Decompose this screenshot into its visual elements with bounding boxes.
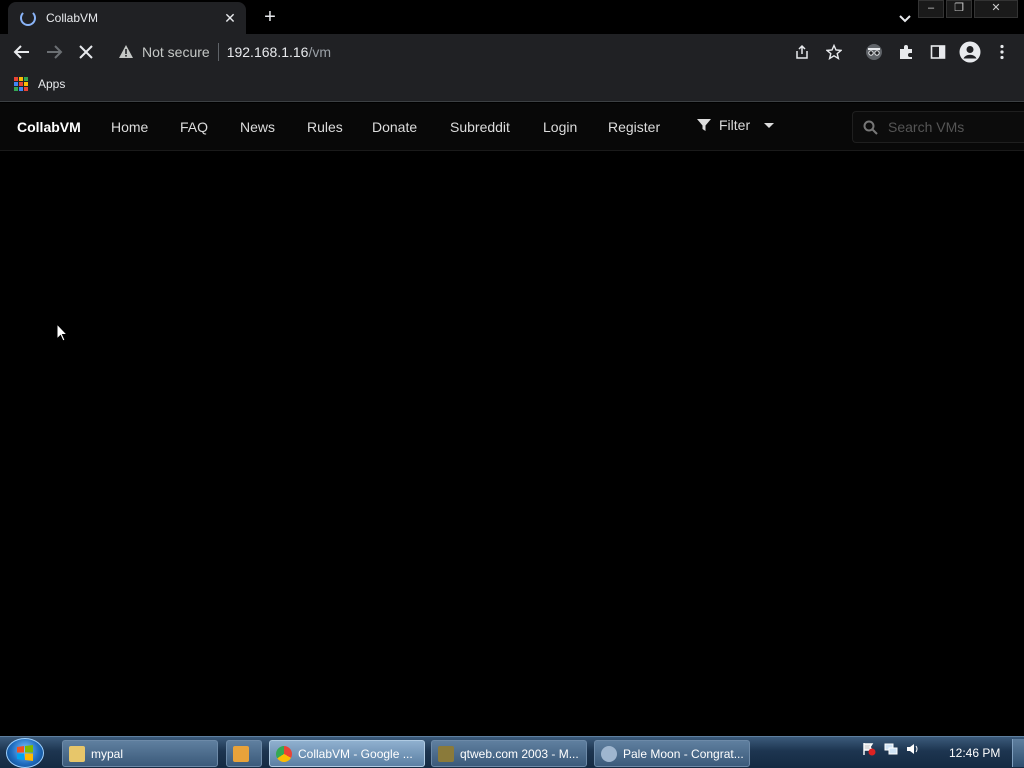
address-divider <box>217 43 219 61</box>
qtweb-icon <box>438 745 454 762</box>
back-arrow-icon <box>13 45 29 59</box>
filter-dropdown[interactable]: Filter <box>697 117 775 133</box>
star-icon <box>826 44 842 60</box>
browser-titlebar: CollabVM ✕ + – ❐ ✕ <box>0 0 1024 34</box>
filter-label: Filter <box>719 117 751 133</box>
start-button[interactable] <box>6 738 44 768</box>
chrome-icon <box>276 745 292 762</box>
system-tray <box>862 742 920 756</box>
browser-tab-collabvm[interactable]: CollabVM ✕ <box>8 2 246 34</box>
side-panel-icon <box>930 45 946 59</box>
nav-news-link[interactable]: News <box>240 119 275 135</box>
nav-subreddit-link[interactable]: Subreddit <box>450 119 510 135</box>
windows-logo-icon <box>17 745 33 761</box>
share-icon <box>796 44 808 59</box>
address-bar[interactable]: Not secure 192.168.1.16/vm <box>108 38 848 66</box>
minimize-button[interactable]: – <box>918 0 944 18</box>
nav-home-link[interactable]: Home <box>111 119 148 135</box>
bookmark-label: Apps <box>38 77 66 91</box>
browser-toolbar: Not secure 192.168.1.16/vm <box>0 34 1024 70</box>
taskbar-item-label: CollabVM - Google ... <box>298 746 413 761</box>
back-button[interactable] <box>10 40 34 64</box>
windows-taskbar: mypal CollabVM - Google ... qtweb.com 20… <box>0 736 1024 768</box>
window-controls: – ❐ ✕ <box>918 0 1018 18</box>
taskbar-item-label: mypal <box>91 746 124 761</box>
media-player-icon <box>233 745 249 762</box>
chrome-menu-button[interactable] <box>990 40 1014 64</box>
share-button[interactable] <box>790 40 814 64</box>
filter-funnel-icon <box>697 119 711 131</box>
incognito-extension-icon <box>866 44 882 60</box>
nav-rules-link[interactable]: Rules <box>307 119 343 135</box>
nav-donate-link[interactable]: Donate <box>372 119 417 135</box>
mouse-pointer-icon <box>56 323 68 342</box>
url-host: 192.168.1.16 <box>226 44 309 60</box>
show-desktop-button[interactable] <box>1012 739 1024 767</box>
profile-avatar-icon <box>959 41 981 63</box>
search-vms-box[interactable] <box>852 111 1024 143</box>
tab-title: CollabVM <box>46 11 99 25</box>
profile-button[interactable] <box>958 40 982 64</box>
url-path: /vm <box>308 44 332 60</box>
network-icon[interactable] <box>884 742 898 756</box>
taskbar-item-mypal[interactable]: mypal <box>62 740 218 767</box>
caret-down-icon <box>764 122 775 128</box>
forward-arrow-icon <box>47 45 63 59</box>
taskbar-item-media-player[interactable] <box>226 740 262 767</box>
bookmark-apps[interactable]: Apps <box>14 77 65 91</box>
extension-spy-button[interactable] <box>862 40 886 64</box>
side-panel-button[interactable] <box>926 40 950 64</box>
site-navbar: CollabVM Home FAQ News Rules Donate Subr… <box>0 103 1024 151</box>
action-center-flag-icon[interactable] <box>862 742 876 756</box>
search-icon <box>863 120 878 135</box>
kebab-menu-icon <box>1000 44 1004 60</box>
forward-button[interactable] <box>42 40 66 64</box>
extensions-button[interactable] <box>894 40 918 64</box>
tab-close-icon[interactable]: ✕ <box>222 10 238 26</box>
palemoon-icon <box>601 745 617 762</box>
nav-faq-link[interactable]: FAQ <box>180 119 208 135</box>
folder-icon <box>69 745 85 762</box>
taskbar-item-label: qtweb.com 2003 - M... <box>460 746 579 761</box>
volume-speaker-icon[interactable] <box>906 742 920 756</box>
nav-register-link[interactable]: Register <box>608 119 660 135</box>
stop-loading-button[interactable] <box>74 40 98 64</box>
new-tab-button[interactable]: + <box>258 5 282 29</box>
close-window-button[interactable]: ✕ <box>974 0 1018 18</box>
taskbar-item-qtweb[interactable]: qtweb.com 2003 - M... <box>431 740 587 767</box>
taskbar-clock[interactable]: 12:46 PM <box>949 746 1000 760</box>
apps-grid-icon <box>14 77 28 91</box>
puzzle-piece-icon <box>900 45 912 59</box>
tab-search-chevron-icon[interactable] <box>895 8 915 28</box>
site-brand-link[interactable]: CollabVM <box>17 119 81 135</box>
warning-triangle-icon[interactable] <box>118 44 134 60</box>
bookmarks-bar: Apps <box>0 70 1024 102</box>
page-viewport: CollabVM Home FAQ News Rules Donate Subr… <box>0 103 1024 735</box>
nav-login-link[interactable]: Login <box>543 119 577 135</box>
stop-x-icon <box>79 45 93 59</box>
taskbar-item-chrome[interactable]: CollabVM - Google ... <box>269 740 425 767</box>
security-status-label[interactable]: Not secure <box>142 44 210 60</box>
taskbar-item-label: Pale Moon - Congrat... <box>623 746 744 761</box>
taskbar-item-palemoon[interactable]: Pale Moon - Congrat... <box>594 740 750 767</box>
loading-spinner-icon <box>20 10 36 26</box>
search-vms-input[interactable] <box>888 119 1018 135</box>
restore-button[interactable]: ❐ <box>946 0 972 18</box>
bookmark-star-button[interactable] <box>822 40 846 64</box>
